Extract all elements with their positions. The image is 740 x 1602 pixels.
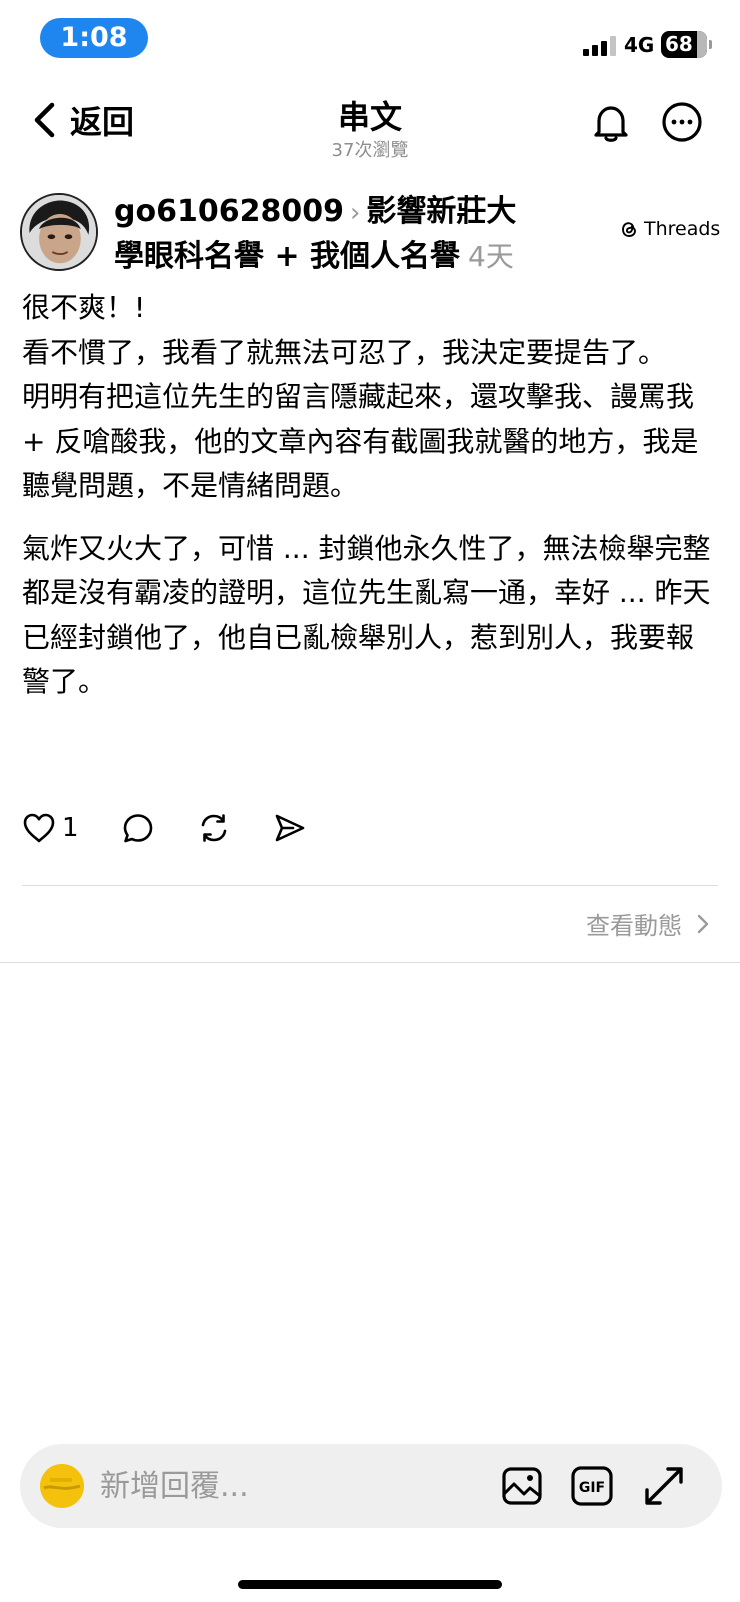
author-avatar[interactable] — [20, 193, 98, 271]
heart-icon — [23, 813, 55, 843]
repost-icon — [201, 814, 226, 842]
more-icon[interactable] — [660, 100, 704, 144]
threads-logo-icon — [622, 222, 636, 237]
chevron-right-icon: › — [349, 198, 361, 228]
post-context-line1: 影響新莊大 — [366, 194, 517, 229]
post-content: 很不爽！! 看不慣了，我看了就無法可忍了，我決定要提告了。 明明有把這位先生的留… — [22, 286, 712, 705]
post-paragraph: 氣炸又火大了，可惜 ... 封鎖他永久性了，無法檢舉完整都是沒有霸凌的證明，這位… — [22, 531, 711, 699]
status-time: 1:08 — [40, 18, 148, 58]
post-paragraph: 很不爽！! — [22, 291, 146, 324]
comment-icon — [123, 814, 152, 843]
threads-badge: Threads — [618, 218, 720, 240]
network-type: 4G — [624, 33, 655, 57]
user-avatar — [40, 1464, 84, 1508]
signal-icon — [583, 36, 617, 56]
top-nav: 返回 串文 37次瀏覽 — [0, 88, 740, 168]
share-button[interactable] — [273, 811, 307, 845]
reply-bar: GIF — [20, 1444, 722, 1528]
post-meta: go610628009 › 影響新莊大 學眼科名譽 + 我個人名譽 4天 — [114, 190, 574, 279]
bell-icon[interactable] — [590, 102, 632, 144]
post-paragraph: 明明有把這位先生的留言隱藏起來，還攻擊我、謾罵我 + 反嗆酸我，他的文章內容有截… — [22, 380, 699, 502]
comment-button[interactable] — [121, 811, 155, 845]
post-age: 4天 — [468, 240, 514, 273]
source-label: Threads — [644, 218, 721, 240]
image-icon[interactable] — [500, 1464, 544, 1508]
post-context-line2: 學眼科名譽 + 我個人名譽 — [114, 239, 461, 274]
gif-icon[interactable]: GIF — [570, 1464, 614, 1508]
home-indicator — [238, 1580, 502, 1589]
send-icon — [275, 814, 304, 842]
battery-level: 68 — [665, 32, 693, 56]
expand-icon[interactable] — [642, 1464, 686, 1508]
divider — [0, 962, 740, 963]
battery-icon: 68 — [661, 31, 712, 58]
like-count: 1 — [62, 813, 79, 843]
view-activity-link[interactable]: 查看動態 — [586, 906, 710, 941]
chevron-right-icon — [697, 914, 709, 933]
status-bar: 1:08 4G 68 — [0, 0, 740, 80]
post-paragraph: 看不慣了，我看了就無法可忍了，我決定要提告了。 — [22, 335, 667, 369]
divider — [22, 885, 718, 886]
svg-text:GIF: GIF — [579, 1480, 605, 1496]
repost-button[interactable] — [197, 811, 231, 845]
author-username[interactable]: go610628009 — [114, 194, 344, 229]
post-actions: 1 — [22, 808, 349, 848]
reply-input[interactable] — [100, 1464, 460, 1508]
view-activity-label: 查看動態 — [586, 912, 682, 940]
like-button[interactable]: 1 — [22, 811, 79, 845]
